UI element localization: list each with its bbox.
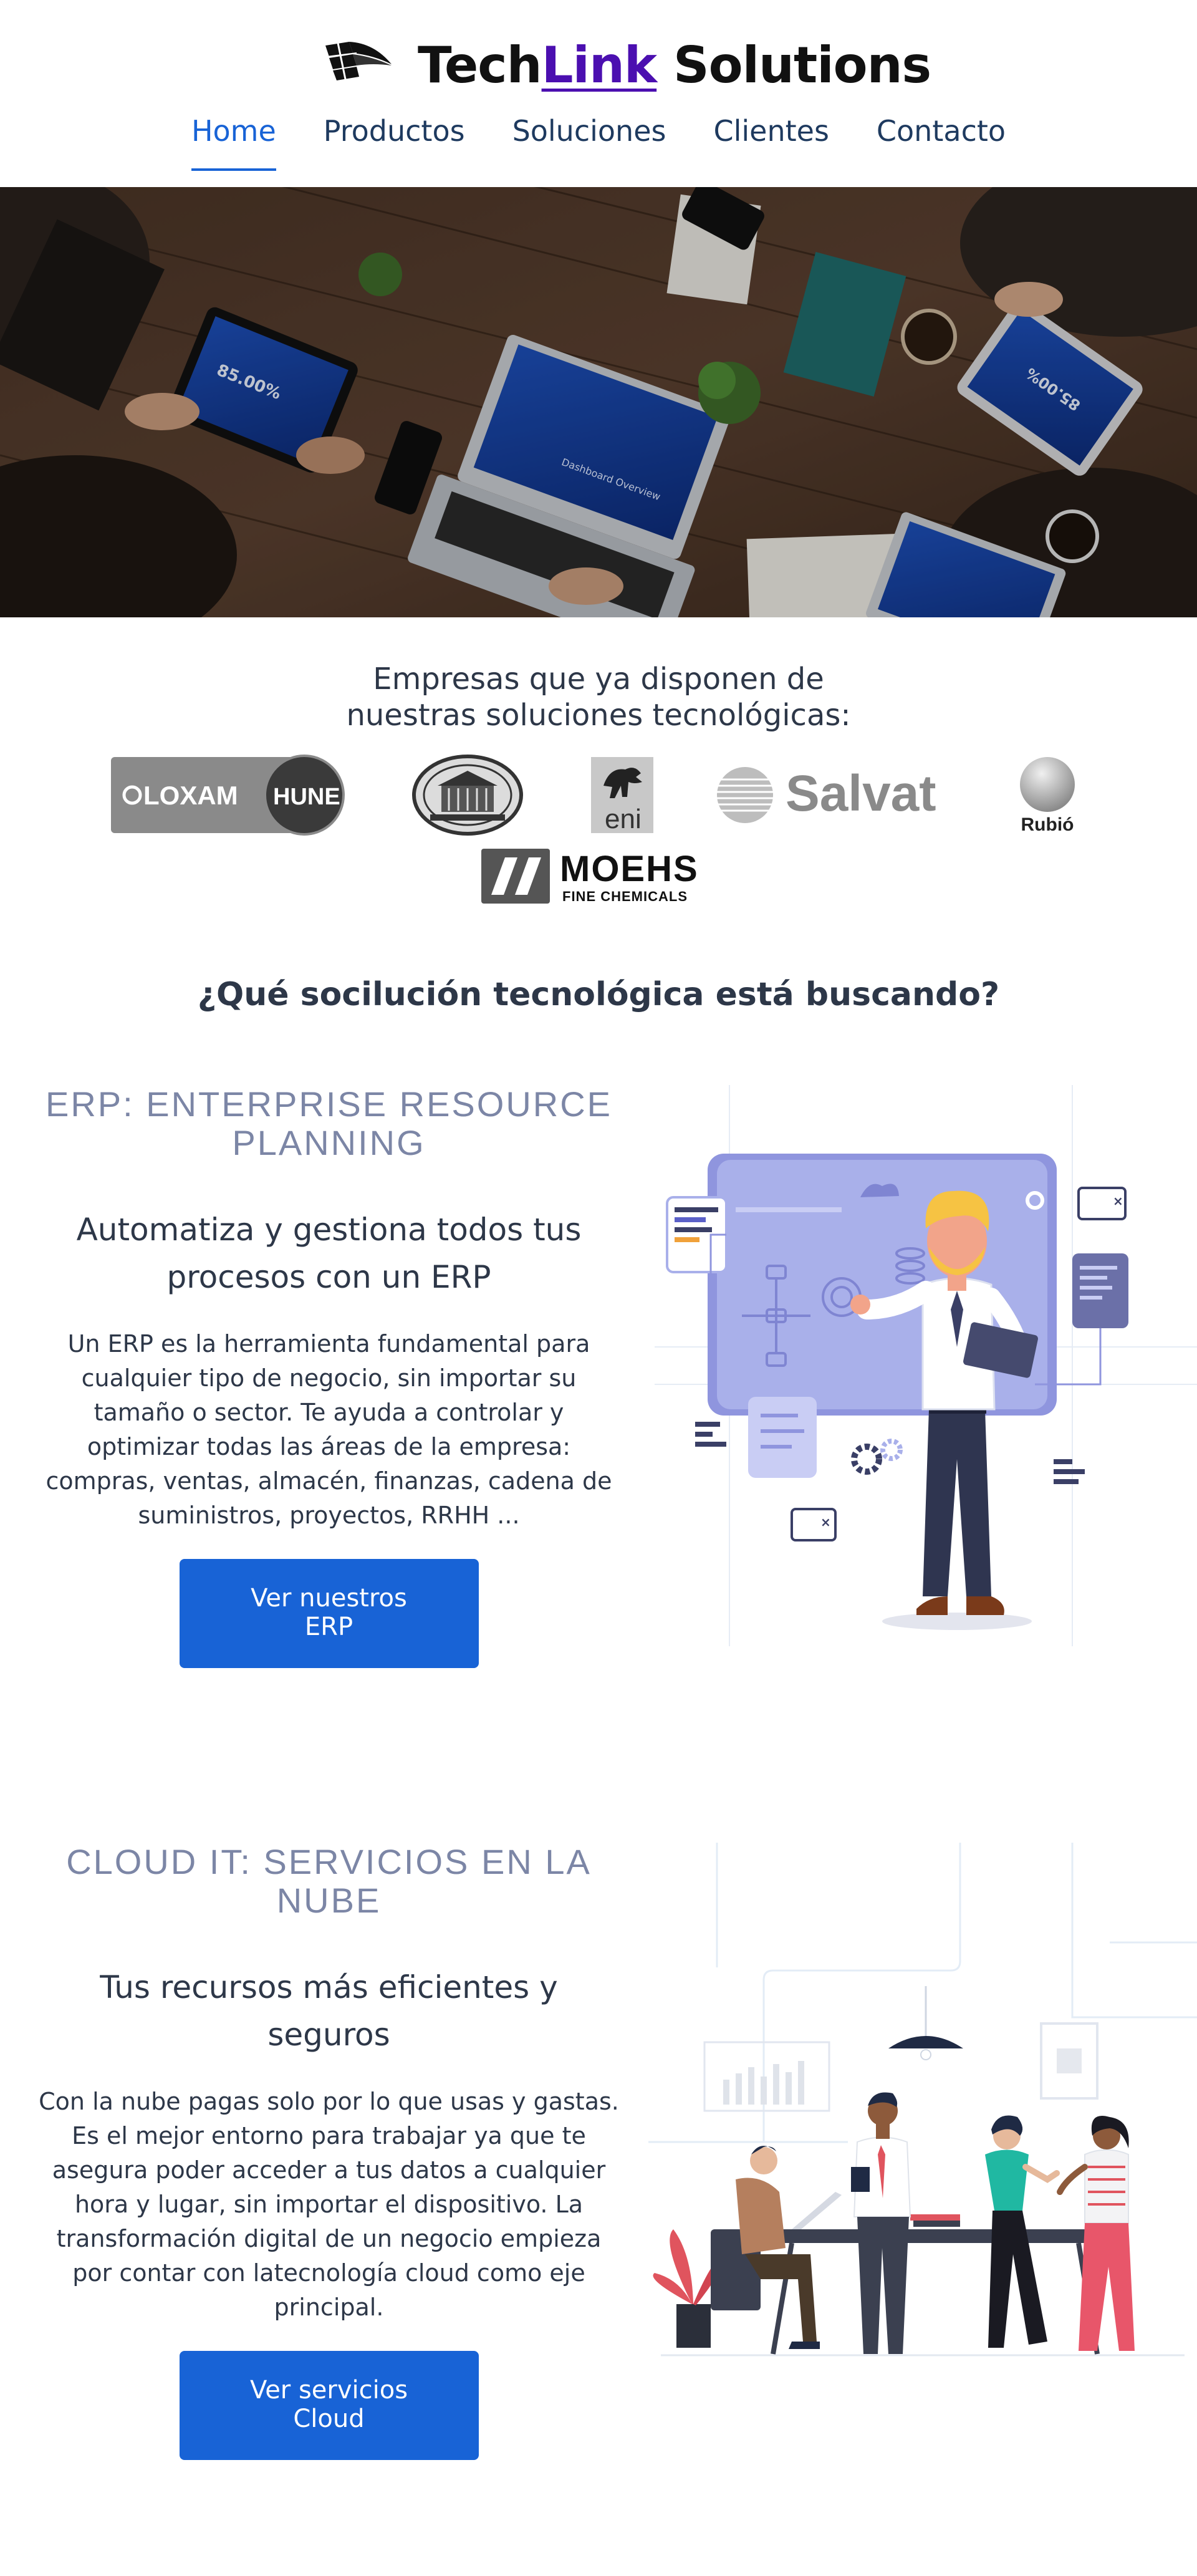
cloud-illustration [648,1843,1197,2357]
cloud-button-line1: Ver servicios [249,2376,408,2405]
erp-heading: Automatiza y gestiona todos tus procesos… [25,1206,633,1301]
cloud-text-block: CLOUD IT: SERVICIOS EN LA NUBE Tus recur… [25,1843,633,2460]
erp-button-line1: Ver nuestros [251,1584,407,1613]
nav-item-home[interactable]: Home [168,109,300,171]
erp-text-block: ERP: ENTERPRISE RESOURCE PLANNING Automa… [25,1085,633,1668]
hero-team-photo: 85.00% Dashboard Overview 85.00% [0,187,1197,617]
client-logo-moehs: MOEHS FINE CHEMICALS [481,849,699,904]
cloud-body-line: Es el mejor entorno para trabajar ya que… [72,2122,586,2149]
cloud-heading-line2: seguros [267,2017,390,2053]
clients-title: Empresas que ya disponen de nuestras sol… [0,661,1197,733]
cloud-description: Con la nube pagas solo por lo que usas y… [25,2085,633,2325]
site-header: TechLink Solutions Home Productos Soluci… [0,0,1197,187]
svg-text:×: × [1113,1194,1123,1208]
erp-body-line: optimizar todas las áreas de la empresa: [87,1433,571,1460]
clients-title-line1: Empresas que ya disponen de [373,662,824,697]
erp-button[interactable]: Ver nuestros ERP [179,1559,479,1668]
client-logo-eni: eni [591,757,653,834]
nav-item-contacto[interactable]: Contacto [853,109,1029,171]
hune-text: HUNE [273,784,340,810]
cloud-body-line: Con la nube pagas solo por lo que usas y… [39,2088,619,2115]
brand-name-part2: Link [541,36,658,94]
erp-kicker-line1: ERP: ENTERPRISE RESOURCE [45,1084,613,1124]
erp-section: ERP: ENTERPRISE RESOURCE PLANNING Automa… [0,1085,1197,1709]
cloud-button[interactable]: Ver servicios Cloud [179,2351,479,2460]
brand-name-part1: Tech [418,36,542,94]
cloud-kicker-line1: CLOUD IT: SERVICIOS EN LA [66,1842,592,1881]
cloud-section: CLOUD IT: SERVICIOS EN LA NUBE Tus recur… [0,1843,1197,2466]
erp-kicker: ERP: ENTERPRISE RESOURCE PLANNING [25,1085,633,1162]
cloud-body-line: por contar con latecnología cloud como e… [72,2259,585,2287]
brand-logo[interactable]: TechLink Solutions [324,34,931,97]
client-logo-loxam-hune: LOXAM HUNE [111,755,345,836]
loxam-text: LOXAM [143,781,238,810]
svg-text:×: × [820,1515,831,1530]
salvat-text: Salvat [786,765,936,822]
moehs-text: MOEHS [560,849,699,889]
logo-flag-icon [325,42,392,80]
erp-kicker-line2: PLANNING [232,1123,426,1162]
cloud-body-line: transformación digital de un negocio emp… [56,2225,602,2252]
erp-body-line: Un ERP es la herramienta fundamental par… [67,1330,590,1358]
solutions-question: ¿Qué socilución tecnológica está buscand… [197,976,1000,1013]
client-logo-salvat: Salvat [717,765,936,823]
erp-body-line: tamaño o sector. Te ayuda a controlar y [94,1399,564,1426]
client-logos: LOXAM HUNE eni Salvat Rubió MOEHS FINE C… [0,755,1197,917]
rubio-text: Rubió [1021,814,1074,835]
nav-item-soluciones[interactable]: Soluciones [489,109,690,171]
brand-name: TechLink Solutions [418,34,931,97]
cloud-button-line2: Cloud [293,2405,365,2433]
erp-body-line: suministros, proyectos, RRHH ... [138,1502,520,1529]
hero-image: 85.00% Dashboard Overview 85.00% [0,187,1197,617]
client-logo-seal [412,755,523,836]
eni-text: eni [605,804,642,834]
cloud-heading: Tus recursos más eficientes y seguros [25,1964,633,2058]
erp-heading-line1: Automatiza y gestiona todos tus [76,1212,582,1248]
erp-body-line: cualquier tipo de negocio, sin importar … [81,1364,577,1392]
nav-item-clientes[interactable]: Clientes [690,109,852,171]
erp-button-line2: ERP [304,1613,353,1641]
erp-body-line: compras, ventas, almacén, finanzas, cade… [46,1467,612,1495]
brand-name-part3: Solutions [656,36,931,94]
client-logo-rubio: Rubió [1020,757,1075,835]
cloud-heading-line1: Tus recursos más eficientes y [100,1969,558,2005]
cloud-body-line: principal. [274,2294,384,2321]
erp-heading-line2: procesos con un ERP [166,1259,491,1295]
cloud-body-line: hora y lugar, sin importar el dispositiv… [74,2191,584,2218]
erp-illustration: × × [655,1085,1197,1646]
main-nav: Home Productos Soluciones Clientes Conta… [0,109,1197,171]
cloud-body-line: asegura poder acceder a tus datos a cual… [52,2156,606,2184]
nav-item-productos[interactable]: Productos [300,109,489,171]
cloud-kicker-line2: NUBE [276,1881,382,1920]
cloud-kicker: CLOUD IT: SERVICIOS EN LA NUBE [25,1843,633,1920]
clients-title-line2: nuestras soluciones tecnológicas: [346,698,851,733]
erp-description: Un ERP es la herramienta fundamental par… [25,1327,633,1533]
moehs-subtext: FINE CHEMICALS [562,889,688,904]
